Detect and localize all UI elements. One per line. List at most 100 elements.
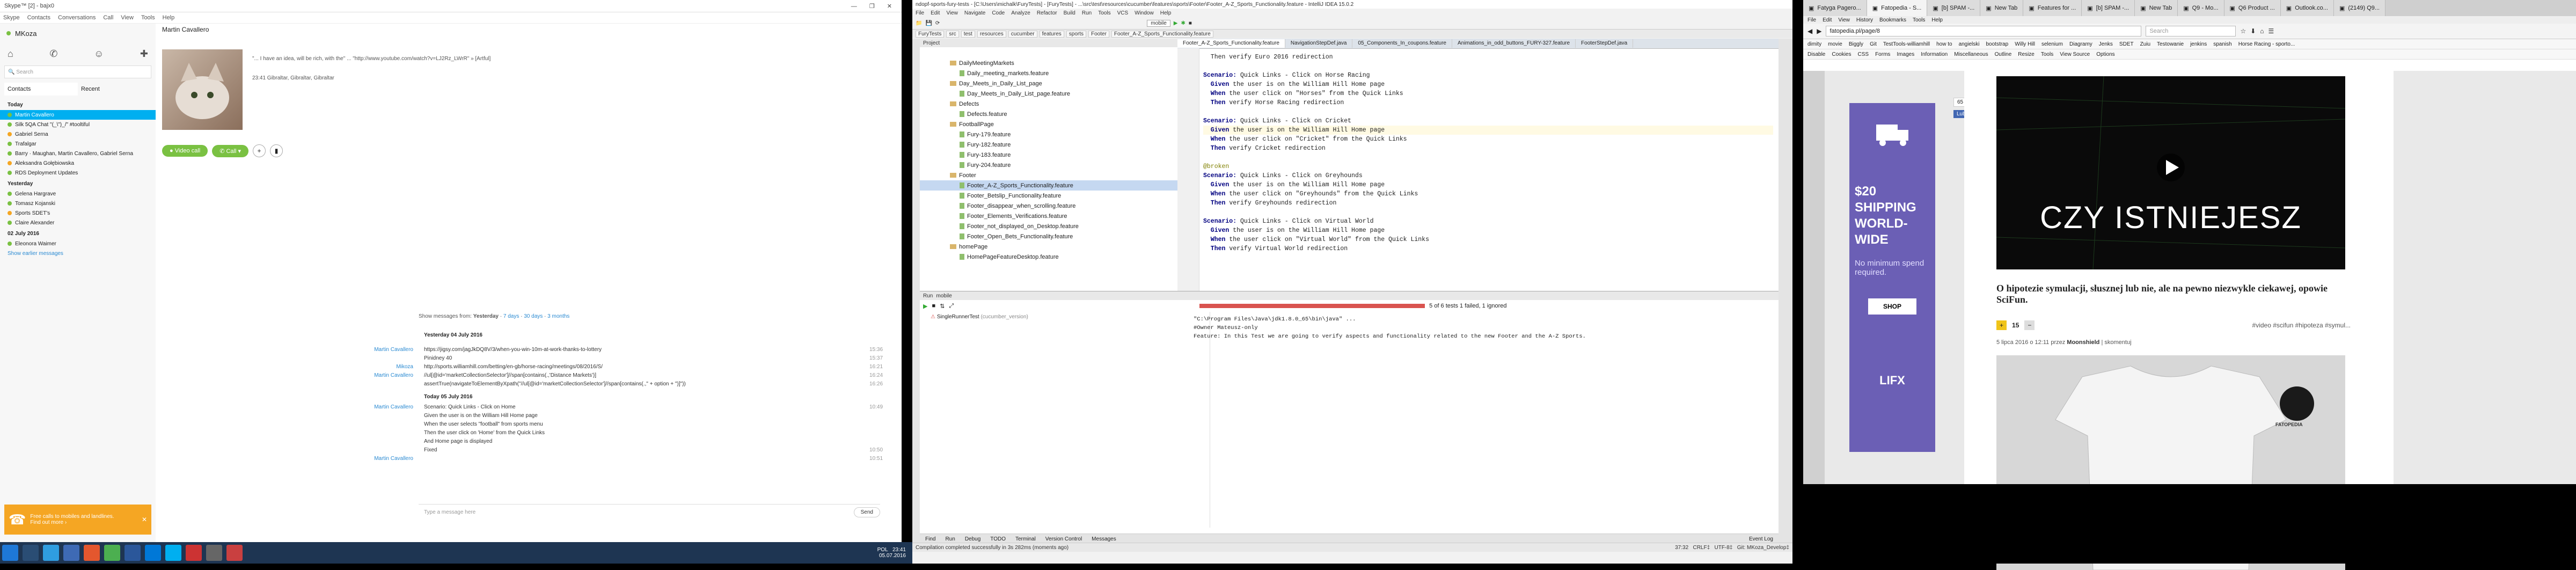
- tree-item[interactable]: DailyMeetingMarkets: [920, 58, 1177, 68]
- bottom-tab[interactable]: Debug: [965, 536, 980, 542]
- browser-tab[interactable]: ▣ (2149) Q9...: [2333, 0, 2386, 16]
- bookmark-item[interactable]: bootstrap: [1986, 41, 2008, 47]
- post-author[interactable]: Moonshield: [2067, 339, 2099, 346]
- webdev-menu-item[interactable]: Images: [1897, 52, 1914, 57]
- message-sender[interactable]: [156, 354, 424, 363]
- code-content[interactable]: Then verify Euro 2016 redirection Scenari…: [1203, 53, 1773, 253]
- post-title[interactable]: O hipotezie symulacji, słusznej lub nie,…: [1996, 283, 2340, 305]
- post-tags[interactable]: #video #scifun #hipoteza #symul...: [2252, 321, 2351, 329]
- bottom-tab[interactable]: Messages: [1092, 536, 1116, 542]
- webdev-menu-item[interactable]: CSS: [1858, 52, 1869, 57]
- bookmark-item[interactable]: Git: [1870, 41, 1877, 47]
- send-button[interactable]: Send: [853, 507, 880, 517]
- bookmark-item[interactable]: SDET: [2119, 41, 2134, 47]
- menu-icon[interactable]: ☰: [2268, 27, 2274, 35]
- bottom-tab[interactable]: Find: [925, 536, 935, 542]
- message-sender[interactable]: Martin Cavallero: [156, 346, 424, 354]
- bookmark-star-icon[interactable]: ☆: [2240, 27, 2246, 35]
- breadcrumb-item[interactable]: Footer: [1088, 30, 1109, 38]
- breadcrumb-item[interactable]: features: [1039, 30, 1064, 38]
- search-box[interactable]: 🔍 Search: [4, 65, 151, 78]
- tab-contacts[interactable]: Contacts: [4, 83, 78, 96]
- message-sender[interactable]: Mikoza: [156, 363, 424, 371]
- browser-menu-item[interactable]: Help: [1931, 17, 1943, 23]
- webdev-menu-item[interactable]: Cookies: [1832, 52, 1851, 57]
- terminal-icon[interactable]: [206, 545, 222, 561]
- editor-tab[interactable]: NavigationStepDef.java: [1285, 39, 1353, 48]
- message-sender[interactable]: [156, 437, 424, 446]
- message-text[interactable]: Fixed: [424, 446, 869, 455]
- home-icon[interactable]: ⌂: [2260, 27, 2264, 35]
- show-earlier-link[interactable]: Show earlier messages: [0, 249, 156, 259]
- message-text[interactable]: Then the user click on 'Home' from the Q…: [424, 429, 869, 437]
- contact-item[interactable]: Gabriel Serna: [0, 129, 156, 139]
- download-icon[interactable]: ⬇: [2250, 27, 2256, 35]
- back-icon[interactable]: ◀: [1807, 27, 1812, 35]
- profile-row[interactable]: MKoza: [0, 24, 156, 43]
- promo-link[interactable]: Find out more ›: [30, 520, 114, 525]
- show-30days[interactable]: 30 days: [524, 313, 543, 319]
- promo-banner[interactable]: ☎ Free calls to mobiles and landlines. F…: [4, 505, 151, 535]
- browser-tab[interactable]: ▣ Fatopedia - S...: [1867, 0, 1928, 16]
- bookmark-item[interactable]: Biggly: [1849, 41, 1863, 47]
- contact-item[interactable]: Claire Alexander: [0, 218, 156, 228]
- tree-item[interactable]: Footer: [920, 170, 1177, 180]
- bookmark-item[interactable]: Jenks: [2099, 41, 2113, 47]
- outlook-icon[interactable]: [145, 545, 161, 561]
- ide-menu-item[interactable]: Analyze: [1011, 10, 1030, 16]
- search-input[interactable]: Search: [16, 69, 33, 75]
- sort-icon[interactable]: ⇅: [940, 303, 945, 310]
- tree-item[interactable]: Defects: [920, 99, 1177, 109]
- debug-icon[interactable]: ✱: [1181, 20, 1185, 26]
- vote-down-icon[interactable]: −: [2024, 320, 2035, 330]
- chrome-icon[interactable]: [104, 545, 120, 561]
- refresh-icon[interactable]: ⟳: [935, 20, 940, 26]
- video-player[interactable]: CZY ISTNIEJESZ: [1996, 76, 2345, 269]
- message-text[interactable]: Pinidney 40: [424, 354, 869, 363]
- url-bar[interactable]: fatopedia.pl/page/8: [1826, 26, 2142, 36]
- contacts-icon[interactable]: ☺: [94, 48, 104, 60]
- breadcrumb-item[interactable]: FuryTests: [916, 30, 945, 38]
- message-text[interactable]: Given the user is on the William Hill Ho…: [424, 412, 869, 420]
- webdev-menu-item[interactable]: Information: [1921, 52, 1948, 57]
- browser-menu-item[interactable]: File: [1807, 17, 1816, 23]
- tab-recent[interactable]: Recent: [78, 83, 151, 96]
- tree-item[interactable]: Fury-179.feature: [920, 129, 1177, 140]
- bookmark-item[interactable]: selenium: [2041, 41, 2063, 47]
- search-field[interactable]: Search: [2146, 26, 2236, 36]
- stop-icon[interactable]: ■: [1189, 20, 1192, 26]
- tree-item[interactable]: Day_Meets_in_Daily_List_page.feature: [920, 89, 1177, 99]
- home-icon[interactable]: ⌂: [8, 48, 13, 60]
- explorer-icon[interactable]: [23, 545, 39, 561]
- contact-item[interactable]: Gelena Hargrave: [0, 189, 156, 199]
- bottom-tab[interactable]: Event Log: [1749, 536, 1779, 542]
- menu-tools[interactable]: Tools: [141, 14, 155, 21]
- browser-tab[interactable]: ▣ [b] SPAM -...: [2082, 0, 2135, 16]
- console-output[interactable]: "C:\Program Files\Java\jdk1.8.0_65\bin\j…: [1194, 315, 1762, 341]
- contact-item[interactable]: Aleksandra Gołębiowska: [0, 158, 156, 168]
- forward-icon[interactable]: ▶: [1817, 27, 1821, 35]
- pdf-icon[interactable]: [226, 545, 243, 561]
- menu-view[interactable]: View: [121, 14, 134, 21]
- ide-menu-item[interactable]: Build: [1064, 10, 1075, 16]
- message-sender[interactable]: Martin Cavallero: [156, 403, 424, 412]
- ie-icon[interactable]: [43, 545, 59, 561]
- menu-skype[interactable]: Skype: [3, 14, 20, 21]
- message-sender[interactable]: Martin Cavallero: [156, 371, 424, 380]
- status-right[interactable]: 37:32 CRLF‡ UTF-8‡ Git: MKoza_Develop‡: [1675, 545, 1789, 551]
- ide-menu-item[interactable]: File: [916, 10, 924, 16]
- rerun-icon[interactable]: ▶: [923, 303, 927, 310]
- message-text[interactable]: //ul[@id='marketCollectionSelector']//sp…: [424, 371, 869, 380]
- video-call-button[interactable]: ● Video call: [162, 145, 208, 157]
- run-icon[interactable]: ▶: [1174, 20, 1178, 26]
- browser-tab[interactable]: ▣ New Tab: [2135, 0, 2178, 16]
- stop-run-icon[interactable]: ■: [932, 303, 935, 309]
- bookmark-item[interactable]: movie: [1828, 41, 1842, 47]
- breadcrumb-item[interactable]: resources: [977, 30, 1006, 38]
- post-comments[interactable]: skomentuj: [2104, 339, 2131, 346]
- show-7days[interactable]: 7 days: [503, 313, 519, 319]
- expand-icon[interactable]: ⤢: [949, 303, 954, 310]
- menu-help[interactable]: Help: [163, 14, 175, 21]
- chart-icon[interactable]: ▮: [270, 144, 283, 157]
- bookmark-item[interactable]: angielski: [1959, 41, 1980, 47]
